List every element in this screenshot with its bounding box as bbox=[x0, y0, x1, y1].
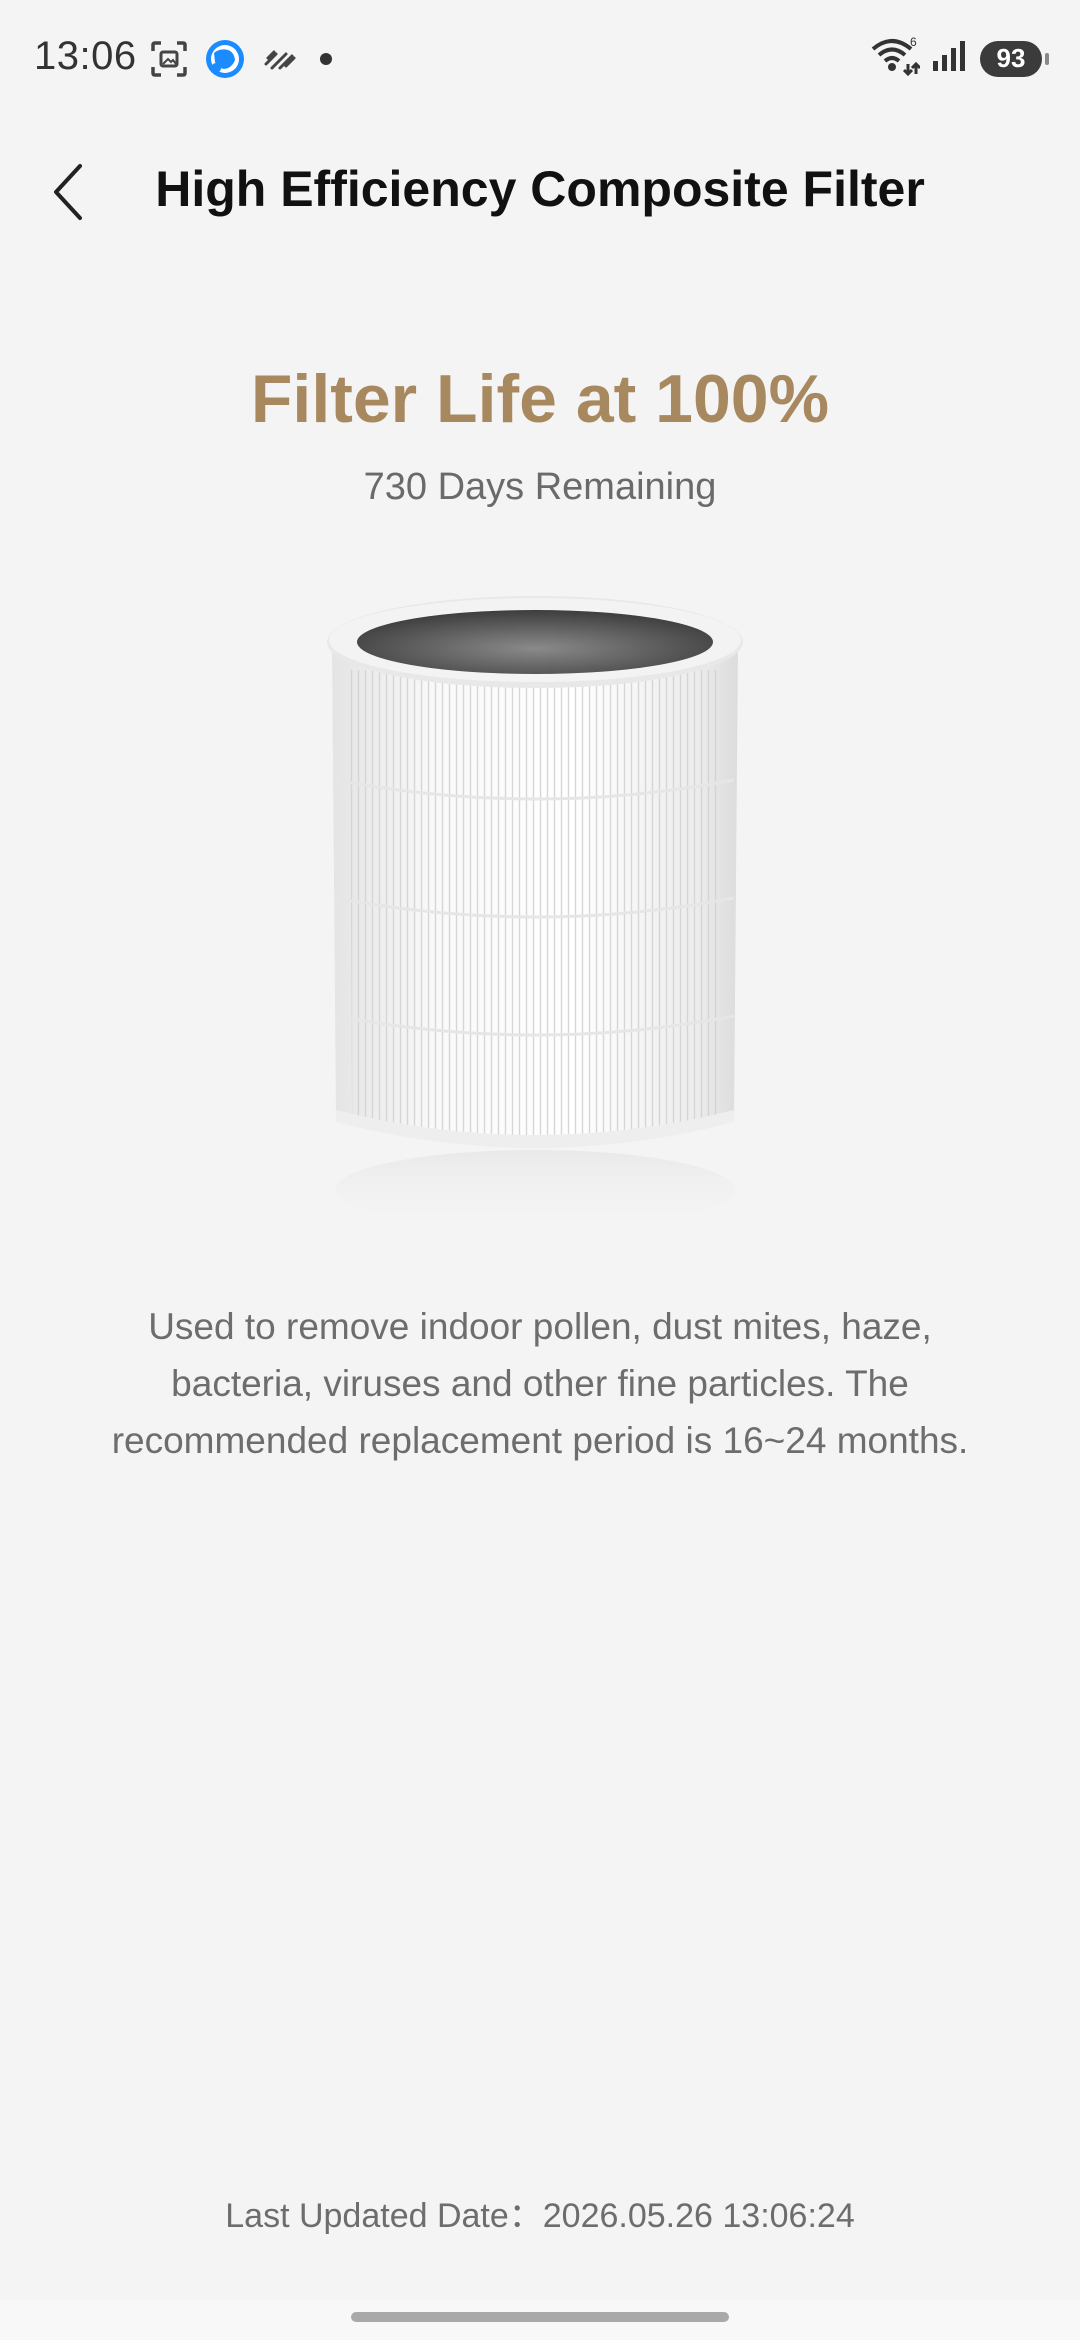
notification-dot-icon bbox=[314, 47, 338, 76]
battery-level: 93 bbox=[996, 43, 1026, 73]
screenshot-icon bbox=[150, 40, 188, 83]
screen: 13:06 6 93 High Efficiency Composite Fil… bbox=[0, 0, 1080, 2340]
days-remaining: 730 Days Remaining bbox=[363, 466, 717, 508]
status-time: 13:06 bbox=[34, 34, 137, 78]
wifi-icon: 6 bbox=[870, 35, 922, 81]
status-left-icons bbox=[150, 38, 338, 85]
browser-icon bbox=[204, 38, 246, 85]
filter-life-title: Filter Life at 100% bbox=[250, 361, 830, 437]
filter-description: Used to remove indoor pollen, dust mites… bbox=[111, 1306, 969, 1461]
header: High Efficiency Composite Filter bbox=[0, 140, 1080, 240]
page-title: High Efficiency Composite Filter bbox=[155, 161, 925, 217]
haze-icon bbox=[262, 44, 298, 79]
status-bar: 13:06 6 93 bbox=[0, 0, 1080, 120]
home-indicator[interactable] bbox=[351, 2312, 729, 2322]
signal-icon bbox=[932, 39, 968, 78]
filter-image bbox=[320, 590, 760, 1250]
status-right-icons: 6 93 bbox=[870, 35, 1049, 81]
battery-icon: 93 bbox=[980, 40, 1049, 77]
svg-text:6: 6 bbox=[910, 36, 917, 49]
last-updated-date: Last Updated Date：2026.05.26 13:06:24 bbox=[225, 2197, 855, 2235]
